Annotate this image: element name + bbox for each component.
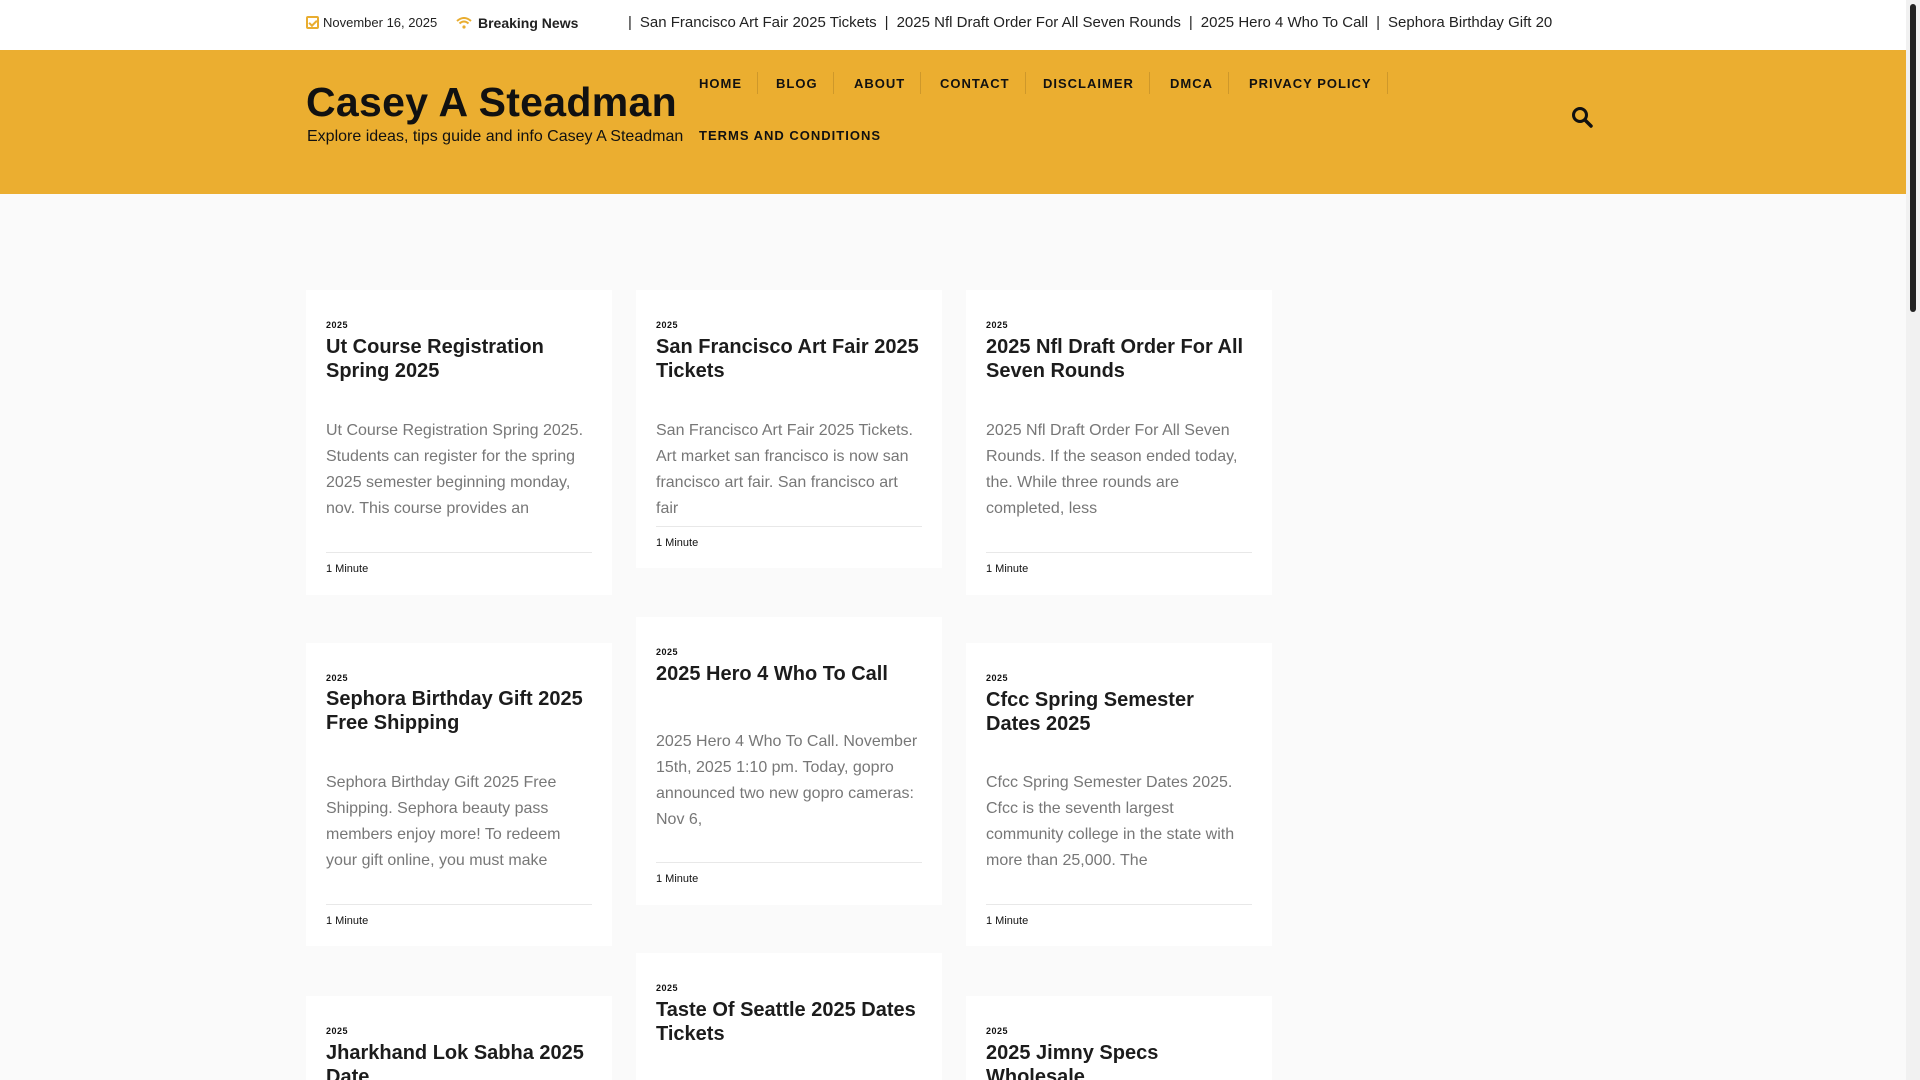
nav-home[interactable]: HOME (683, 72, 758, 94)
post-card: 2025 Cfcc Spring Semester Dates 2025 Cfc… (966, 643, 1272, 946)
current-date: November 16, 2025 (306, 15, 437, 30)
post-title[interactable]: 2025 Nfl Draft Order For All Seven Round… (986, 335, 1252, 383)
scrollbar-thumb[interactable] (1910, 4, 1916, 312)
read-time: 1 Minute (986, 915, 1029, 927)
post-card: 2025 Sephora Birthday Gift 2025 Free Shi… (306, 643, 612, 946)
ticker-link[interactable]: San Francisco Art Fair 2025 Tickets (640, 14, 877, 31)
ticker-link[interactable]: 2025 Nfl Draft Order For All Seven Round… (897, 14, 1181, 31)
nav-disclaimer[interactable]: DISCLAIMER (1027, 72, 1150, 94)
post-card: 2025 San Francisco Art Fair 2025 Tickets… (636, 290, 942, 568)
post-excerpt: Sephora Birthday Gift 2025 Free Shipping… (326, 774, 561, 869)
breaking-news-label: Breaking News (456, 15, 578, 31)
site-header: Casey A Steadman Explore ideas, tips gui… (0, 50, 1910, 194)
ticker-link[interactable]: 2025 Hero 4 Who To Call (1201, 14, 1368, 31)
post-card: 2025 2025 Nfl Draft Order For All Seven … (966, 290, 1272, 595)
read-time: 1 Minute (986, 563, 1029, 575)
read-time: 1 Minute (326, 915, 369, 927)
card-divider (656, 526, 922, 527)
card-divider (326, 904, 592, 905)
calendar-check-icon (306, 16, 319, 29)
post-category[interactable]: 2025 (986, 673, 1008, 683)
page-scrollbar[interactable] (1906, 0, 1920, 1080)
post-category[interactable]: 2025 (656, 983, 678, 993)
post-title[interactable]: Sephora Birthday Gift 2025 Free Shipping (326, 687, 592, 735)
post-category[interactable]: 2025 (656, 320, 678, 330)
post-excerpt: Ut Course Registration Spring 2025. Stud… (326, 422, 584, 517)
nav-about[interactable]: ABOUT (838, 72, 922, 94)
card-divider (326, 552, 592, 553)
post-category[interactable]: 2025 (326, 320, 348, 330)
search-icon (1572, 107, 1593, 128)
date-text: November 16, 2025 (323, 15, 438, 30)
post-title[interactable]: Cfcc Spring Semester Dates 2025 (986, 688, 1252, 736)
read-time: 1 Minute (656, 873, 699, 885)
post-category[interactable]: 2025 (326, 673, 348, 683)
nav-blog[interactable]: BLOG (760, 72, 834, 94)
read-time: 1 Minute (326, 563, 369, 575)
nav-terms-and-conditions[interactable]: TERMS AND CONDITIONS (683, 128, 897, 143)
ticker-link[interactable]: Sephora Birthday Gift 20 (1388, 14, 1552, 31)
nav-contact[interactable]: CONTACT (924, 72, 1026, 94)
post-title[interactable]: 2025 Jimny Specs Wholesale (986, 1041, 1252, 1080)
site-tagline: Explore ideas, tips guide and info Casey… (307, 128, 684, 145)
card-divider (986, 904, 1252, 905)
post-card: 2025 2025 Jimny Specs Wholesale (966, 996, 1272, 1080)
post-excerpt: 2025 Hero 4 Who To Call. November 15th, … (656, 733, 918, 828)
post-title[interactable]: Taste Of Seattle 2025 Dates Tickets (656, 998, 922, 1046)
post-card: 2025 2025 Hero 4 Who To Call 2025 Hero 4… (636, 617, 942, 905)
nav-privacy-policy[interactable]: PRIVACY POLICY (1233, 72, 1388, 94)
post-card: 2025 Jharkhand Lok Sabha 2025 Date (306, 996, 612, 1080)
top-bar: November 16, 2025 Breaking News | San Fra… (0, 0, 1906, 50)
site-title[interactable]: Casey A Steadman (306, 79, 677, 126)
search-button[interactable] (1570, 105, 1594, 129)
post-excerpt: San Francisco Art Fair 2025 Tickets. Art… (656, 422, 913, 517)
post-category[interactable]: 2025 (986, 1026, 1008, 1036)
post-category[interactable]: 2025 (326, 1026, 348, 1036)
post-title[interactable]: Ut Course Registration Spring 2025 (326, 335, 592, 383)
breaking-news-text: Breaking News (478, 15, 579, 31)
news-ticker: | San Francisco Art Fair 2025 Tickets | 202… (628, 14, 1553, 31)
post-title[interactable]: 2025 Hero 4 Who To Call (656, 662, 922, 686)
post-category[interactable]: 2025 (656, 647, 678, 657)
read-time: 1 Minute (656, 537, 699, 549)
wifi-icon (456, 17, 472, 29)
post-title[interactable]: Jharkhand Lok Sabha 2025 Date (326, 1041, 592, 1080)
post-card: 2025 Ut Course Registration Spring 2025 … (306, 290, 612, 595)
card-divider (656, 862, 922, 863)
post-excerpt: 2025 Nfl Draft Order For All Seven Round… (986, 422, 1238, 517)
post-excerpt: Cfcc Spring Semester Dates 2025. Cfcc is… (986, 774, 1235, 869)
post-title[interactable]: San Francisco Art Fair 2025 Tickets (656, 335, 922, 383)
post-category[interactable]: 2025 (986, 320, 1008, 330)
post-card: 2025 Taste Of Seattle 2025 Dates Tickets (636, 953, 942, 1080)
nav-dmca[interactable]: DMCA (1154, 72, 1229, 94)
card-divider (986, 552, 1252, 553)
